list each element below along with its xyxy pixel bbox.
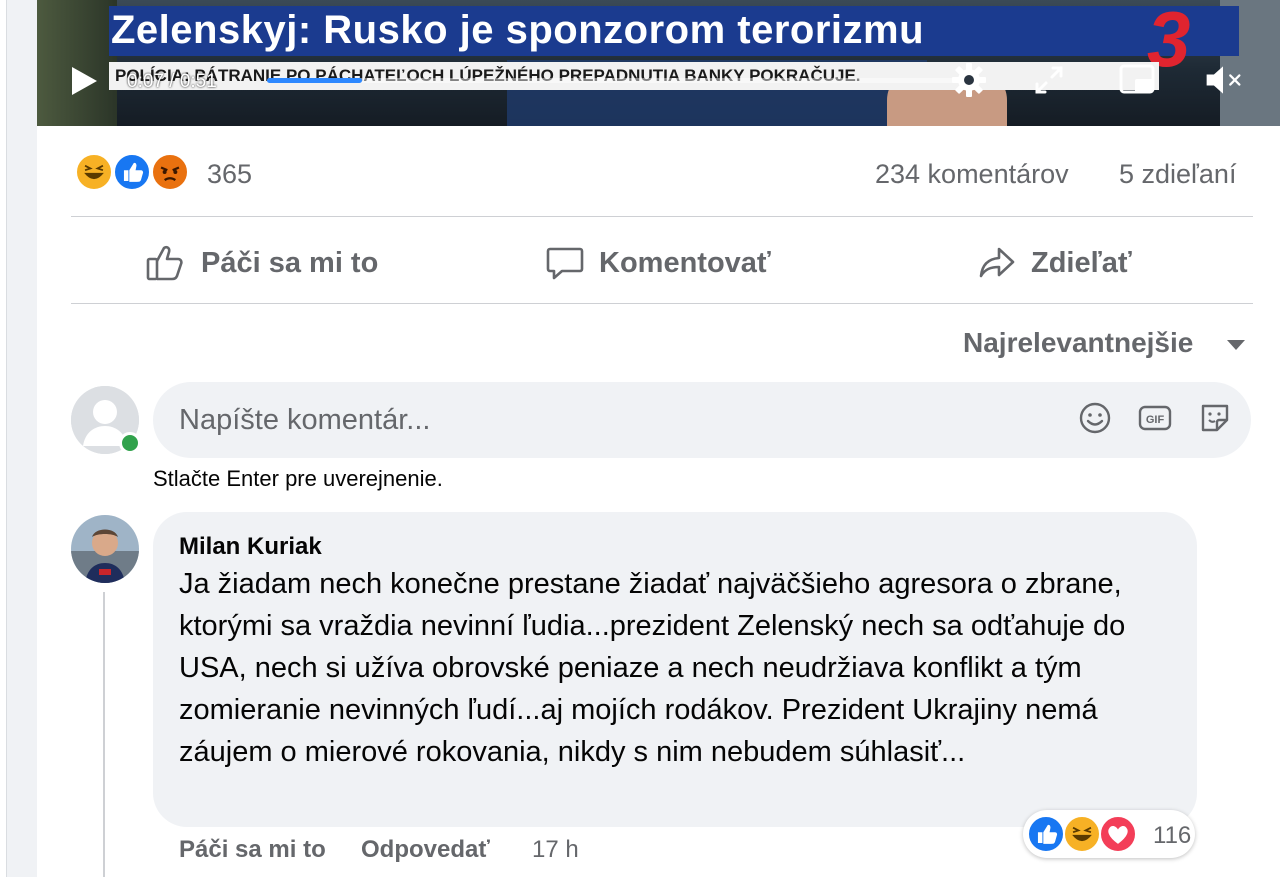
comment-reaction-count: 116 bbox=[1153, 822, 1192, 849]
emoji-icon[interactable] bbox=[1077, 400, 1113, 436]
comment-text: Ja žiadam nech konečne prestane žiadať n… bbox=[179, 568, 1126, 768]
comment-button-label: Komentovať bbox=[599, 246, 771, 279]
sticker-icon[interactable] bbox=[1197, 400, 1233, 436]
love-reaction-icon bbox=[1099, 815, 1137, 853]
caret-down-icon[interactable] bbox=[1227, 340, 1245, 350]
play-icon[interactable] bbox=[70, 66, 98, 96]
like-button-label: Páči sa mi to bbox=[201, 246, 379, 279]
reaction-count[interactable]: 365 bbox=[207, 159, 252, 190]
haha-reaction-icon bbox=[1063, 815, 1101, 853]
haha-reaction-icon bbox=[75, 153, 113, 191]
share-button[interactable]: Zdieľať bbox=[977, 236, 1132, 290]
gif-icon[interactable]: GIF bbox=[1137, 400, 1173, 436]
like-button[interactable]: Páči sa mi to bbox=[145, 236, 378, 290]
news-headline: Zelenskyj: Rusko je sponzorom terorizmu bbox=[111, 8, 924, 52]
online-status-dot bbox=[119, 432, 141, 454]
comment-bubble-icon bbox=[546, 247, 584, 280]
comment-reactions[interactable]: 116 bbox=[1023, 810, 1195, 858]
shares-count[interactable]: 5 zdieľaní bbox=[1119, 159, 1236, 190]
mini-player-icon[interactable] bbox=[1117, 60, 1157, 100]
commenter-avatar[interactable] bbox=[71, 515, 139, 583]
share-arrow-icon bbox=[979, 247, 1015, 278]
post-stats: 365 234 komentárov 5 zdieľaní bbox=[37, 150, 1280, 200]
comment-reply-link[interactable]: Odpovedať bbox=[361, 836, 490, 864]
comment-timestamp[interactable]: 17 h bbox=[532, 836, 579, 864]
comment-like-link[interactable]: Páči sa mi to bbox=[179, 836, 326, 864]
video-background bbox=[37, 0, 117, 126]
settings-gear-icon[interactable] bbox=[949, 60, 989, 100]
thread-line bbox=[103, 592, 105, 877]
video-player[interactable]: Zelenskyj: Rusko je sponzorom terorizmu … bbox=[37, 0, 1280, 126]
left-panel-edge bbox=[0, 0, 7, 877]
like-reaction-icon bbox=[1027, 815, 1065, 853]
share-button-label: Zdieľať bbox=[1031, 246, 1132, 279]
svg-text:GIF: GIF bbox=[1146, 414, 1165, 426]
like-reaction-icon bbox=[113, 153, 151, 191]
left-gutter bbox=[0, 0, 36, 877]
comment-button[interactable]: Komentovať bbox=[545, 236, 771, 290]
divider bbox=[71, 216, 1253, 217]
comment-author-name[interactable]: Milan Kuriak bbox=[179, 533, 322, 561]
video-time: 0:07 / 0:51 bbox=[127, 71, 217, 92]
thumbs-up-icon bbox=[146, 245, 183, 281]
angry-reaction-icon bbox=[151, 153, 189, 191]
fullscreen-icon[interactable] bbox=[1029, 60, 1069, 100]
comments-count[interactable]: 234 komentárov bbox=[875, 159, 1069, 190]
post-card: Zelenskyj: Rusko je sponzorom terorizmu … bbox=[37, 0, 1280, 877]
divider bbox=[71, 303, 1253, 304]
muted-volume-icon[interactable] bbox=[1203, 60, 1243, 100]
news-ticker: POLÍCIA: PÁTRANIE PO PÁCHATEĽOCH LÚPEŽNÉ… bbox=[115, 66, 861, 85]
reaction-summary[interactable] bbox=[75, 153, 205, 193]
video-progress-bar[interactable] bbox=[267, 78, 957, 83]
video-progress-fill bbox=[267, 78, 362, 83]
comment-sort-dropdown[interactable]: Najrelevantnejšie bbox=[963, 327, 1193, 359]
enter-to-post-hint: Stlačte Enter pre uverejnenie. bbox=[153, 466, 443, 491]
